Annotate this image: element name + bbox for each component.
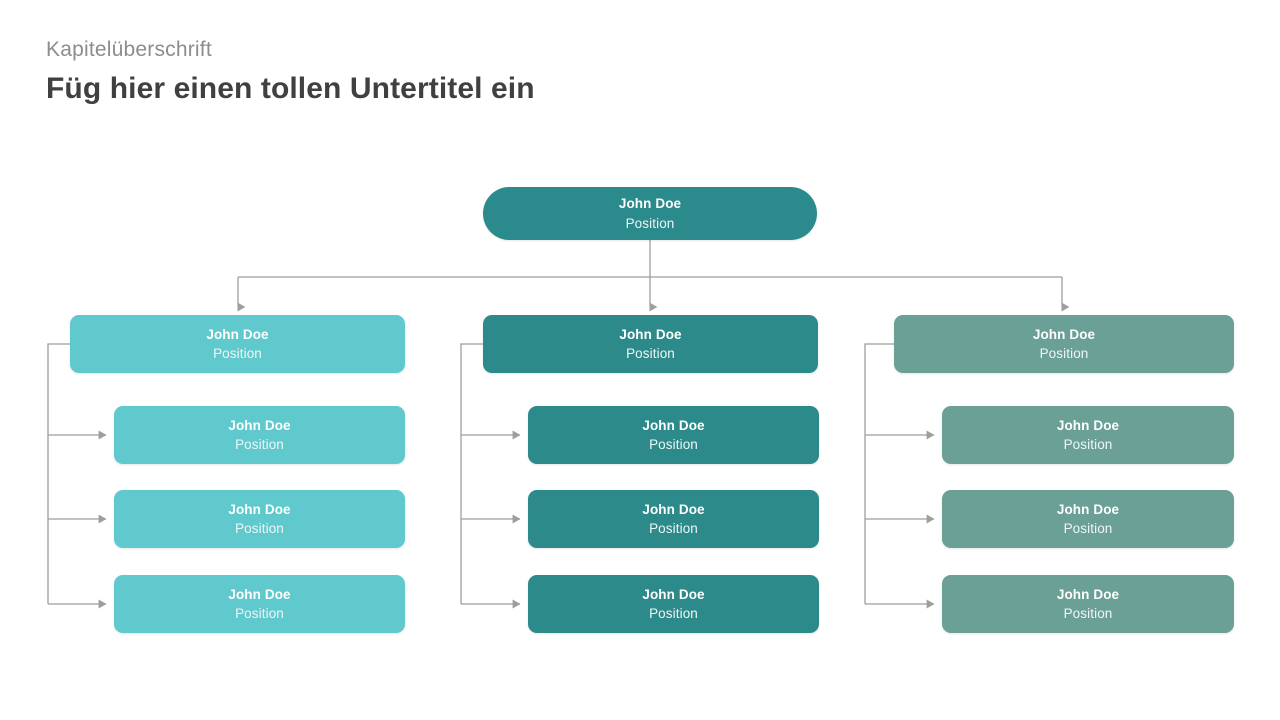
node-position: Position (235, 521, 284, 536)
org-node-branch-1-child-1[interactable]: John Doe Position (114, 406, 405, 464)
node-name: John Doe (228, 586, 291, 602)
node-position: Position (213, 346, 262, 361)
org-node-branch-2-child-2[interactable]: John Doe Position (528, 490, 819, 548)
node-name: John Doe (642, 501, 705, 517)
chapter-kicker: Kapitelüberschrift (46, 38, 212, 61)
node-position: Position (626, 346, 675, 361)
node-name: John Doe (1056, 417, 1120, 433)
org-node-branch-3-child-1[interactable]: John Doe Position (942, 406, 1234, 464)
node-position: Position (1063, 437, 1113, 452)
node-position: Position (235, 606, 284, 621)
node-name: John Doe (1032, 326, 1096, 342)
node-name: John Doe (642, 586, 705, 602)
node-position: Position (625, 215, 675, 231)
org-node-branch-2-lead[interactable]: John Doe Position (483, 315, 818, 373)
node-name: John Doe (206, 326, 269, 342)
node-position: Position (1063, 606, 1113, 621)
page-title: Füg hier einen tollen Untertitel ein (46, 72, 535, 105)
node-position: Position (235, 437, 284, 452)
subbus-branch-3 (864, 343, 894, 604)
slide-canvas: Kapitelüberschrift Füg hier einen tollen… (0, 0, 1280, 720)
org-node-branch-3-child-2[interactable]: John Doe Position (942, 490, 1234, 548)
node-name: John Doe (228, 501, 291, 517)
node-name: John Doe (1056, 586, 1120, 602)
org-node-branch-2-child-3[interactable]: John Doe Position (528, 575, 819, 633)
node-position: Position (1039, 346, 1089, 361)
org-node-branch-3-child-3[interactable]: John Doe Position (942, 575, 1234, 633)
node-name: John Doe (619, 326, 682, 342)
subbus-branch-1 (47, 343, 70, 604)
org-node-branch-1-lead[interactable]: John Doe Position (70, 315, 405, 373)
node-position: Position (649, 606, 698, 621)
node-name: John Doe (642, 417, 705, 433)
node-position: Position (1063, 521, 1113, 536)
org-node-branch-1-child-2[interactable]: John Doe Position (114, 490, 405, 548)
node-position: Position (649, 521, 698, 536)
node-position: Position (649, 437, 698, 452)
org-node-branch-3-lead[interactable]: John Doe Position (894, 315, 1234, 373)
org-node-branch-2-child-1[interactable]: John Doe Position (528, 406, 819, 464)
node-name: John Doe (618, 196, 682, 212)
node-name: John Doe (228, 417, 291, 433)
node-name: John Doe (1056, 501, 1120, 517)
org-node-branch-1-child-3[interactable]: John Doe Position (114, 575, 405, 633)
subbus-branch-2 (460, 343, 483, 604)
org-node-root[interactable]: John Doe Position (483, 187, 817, 240)
